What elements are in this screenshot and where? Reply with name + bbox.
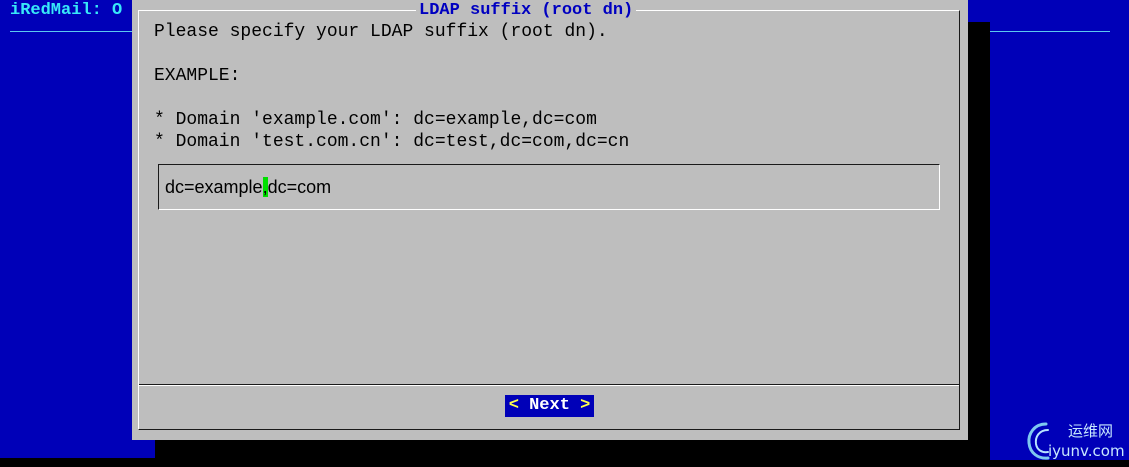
watermark-cn-text: 运维网	[1068, 422, 1114, 440]
button-separator-highlight	[139, 385, 959, 386]
input-text-before-cursor: dc=example	[165, 177, 263, 197]
example-line-1: * Domain 'example.com': dc=example,dc=co…	[154, 110, 597, 130]
dialog-frame	[138, 10, 960, 430]
ldap-suffix-input[interactable]: dc=example,dc=com	[158, 164, 940, 210]
next-button-open-bracket: <	[508, 396, 530, 415]
prompt-text: Please specify your LDAP suffix (root dn…	[154, 22, 608, 42]
ldap-suffix-input-value[interactable]: dc=example,dc=com	[165, 176, 331, 198]
next-button-close-bracket: >	[569, 396, 591, 415]
watermark: 运维网 iyunv.com	[1024, 420, 1126, 462]
next-button[interactable]: < Next >	[505, 395, 594, 417]
backtitle: iRedMail: O	[10, 1, 123, 20]
example-line-2: * Domain 'test.com.cn': dc=test,dc=com,d…	[154, 132, 630, 152]
dialog-title: LDAP suffix (root dn)	[416, 1, 637, 21]
next-button-label: Next	[529, 396, 570, 415]
example-heading: EXAMPLE:	[154, 66, 241, 86]
watermark-en-text: iyunv.com	[1048, 442, 1125, 460]
input-text-after-cursor: dc=com	[267, 177, 332, 197]
